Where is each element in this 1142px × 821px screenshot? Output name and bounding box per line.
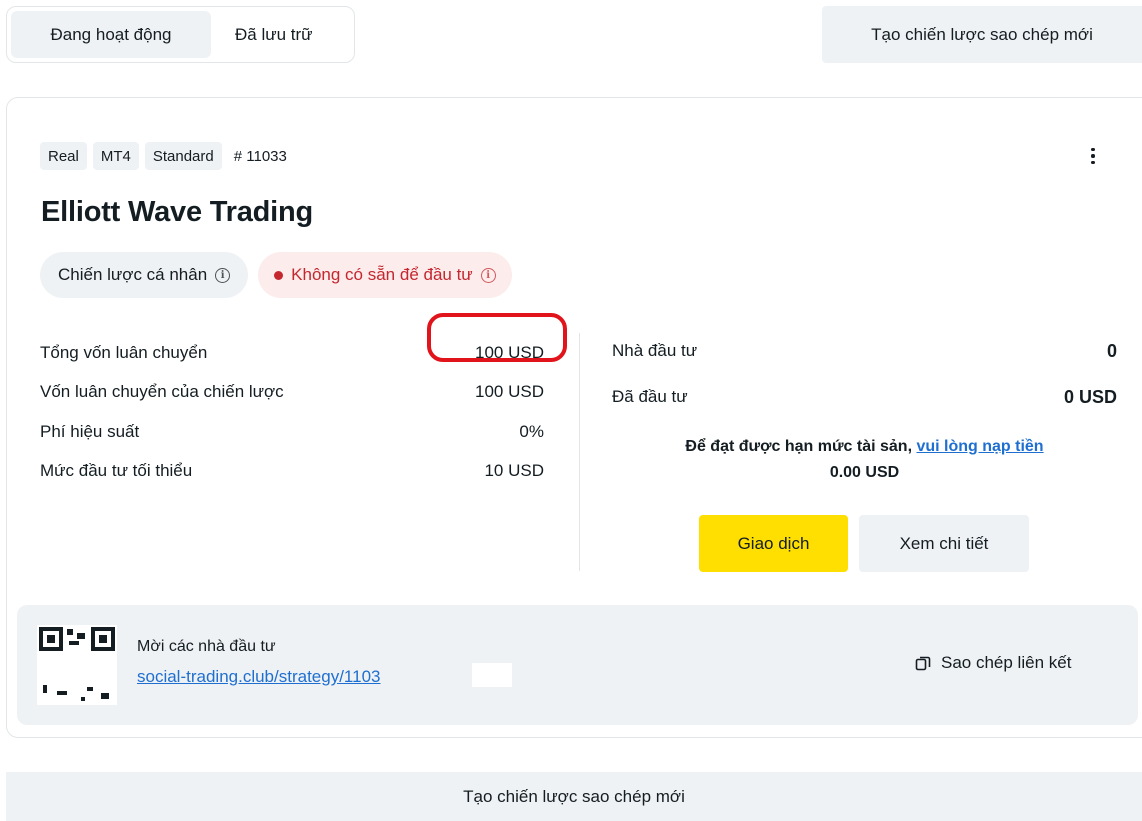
stat-value: 0% bbox=[519, 421, 544, 441]
status-dot-icon bbox=[274, 270, 284, 280]
strategy-status-pills: Chiến lược cá nhân i Không có sẵn để đầu… bbox=[40, 252, 512, 298]
status-tabs: Đang hoạt động Đã lưu trữ bbox=[6, 6, 355, 63]
redaction-mask bbox=[472, 663, 512, 687]
create-copy-strategy-button-bottom[interactable]: Tạo chiến lược sao chép mới bbox=[6, 772, 1142, 821]
strategy-stats: Tổng vốn luân chuyển 100 USD Vốn luân ch… bbox=[40, 333, 544, 491]
tag-platform: MT4 bbox=[92, 142, 139, 170]
stat-row: Vốn luân chuyển của chiến lược 100 USD bbox=[40, 373, 544, 413]
invested-value: 0 USD bbox=[1063, 386, 1117, 407]
invested-row: Đã đầu tư 0 USD bbox=[612, 374, 1117, 420]
invite-investors-panel: Mời các nhà đầu tư social-trading.club/s… bbox=[17, 605, 1138, 725]
stat-row: Phí hiệu suất 0% bbox=[40, 412, 544, 452]
info-icon[interactable]: i bbox=[215, 267, 231, 283]
stat-row: Tổng vốn luân chuyển 100 USD bbox=[40, 333, 544, 373]
trade-button[interactable]: Giao dịch bbox=[699, 515, 848, 572]
investors-row: Nhà đầu tư 0 bbox=[612, 328, 1117, 374]
invite-link[interactable]: social-trading.club/strategy/1103 bbox=[137, 667, 381, 687]
strategy-title: Elliott Wave Trading bbox=[41, 196, 314, 228]
account-tags: Real MT4 Standard # 11033 bbox=[40, 142, 287, 170]
more-options-icon[interactable] bbox=[1087, 144, 1099, 168]
stat-label: Phí hiệu suất bbox=[40, 421, 140, 441]
copy-icon bbox=[915, 656, 931, 671]
invite-label: Mời các nhà đầu tư bbox=[137, 638, 276, 655]
tab-archived[interactable]: Đã lưu trữ bbox=[211, 11, 337, 58]
tag-account-type: Real bbox=[40, 142, 87, 170]
stat-value: 100 USD bbox=[475, 342, 544, 362]
copy-link-label: Sao chép liên kết bbox=[941, 653, 1072, 672]
unavailable-label: Không có sẵn để đầu tư bbox=[291, 265, 473, 284]
investors-label: Nhà đầu tư bbox=[612, 341, 698, 360]
tag-account-class: Standard bbox=[144, 142, 222, 170]
deposit-link[interactable]: vui lòng nạp tiền bbox=[916, 438, 1043, 455]
deposit-notice: Để đạt được hạn mức tài sản, vui lòng nạ… bbox=[612, 434, 1117, 486]
invested-label: Đã đầu tư bbox=[612, 387, 688, 406]
investors-value: 0 bbox=[1106, 340, 1117, 361]
stat-label: Vốn luân chuyển của chiến lược bbox=[40, 382, 284, 402]
account-id: # 11033 bbox=[233, 147, 287, 165]
investment-summary: Nhà đầu tư 0 Đã đầu tư 0 USD bbox=[612, 328, 1117, 420]
copy-link-button[interactable]: Sao chép liên kết bbox=[915, 653, 1071, 673]
stat-value: 100 USD bbox=[475, 382, 544, 402]
qr-code-icon bbox=[37, 625, 117, 705]
deposit-prefix: Để đạt được hạn mức tài sản, bbox=[685, 438, 913, 455]
info-icon[interactable]: i bbox=[480, 267, 496, 283]
strategy-card: Real MT4 Standard # 11033 Elliott Wave T… bbox=[6, 97, 1142, 738]
personal-strategy-badge[interactable]: Chiến lược cá nhân i bbox=[40, 252, 249, 298]
stat-row: Mức đầu tư tối thiểu 10 USD bbox=[40, 452, 544, 492]
stat-label: Tổng vốn luân chuyển bbox=[40, 342, 208, 362]
view-details-button[interactable]: Xem chi tiết bbox=[859, 515, 1029, 572]
deposit-amount: 0.00 USD bbox=[829, 464, 900, 481]
personal-strategy-label: Chiến lược cá nhân bbox=[58, 265, 208, 284]
column-divider bbox=[579, 333, 580, 571]
create-copy-strategy-button-top[interactable]: Tạo chiến lược sao chép mới bbox=[822, 6, 1142, 63]
stat-label: Mức đầu tư tối thiểu bbox=[40, 461, 193, 481]
unavailable-badge[interactable]: Không có sẵn để đầu tư i bbox=[258, 252, 512, 298]
stat-value: 10 USD bbox=[484, 461, 544, 481]
tab-active[interactable]: Đang hoạt động bbox=[11, 11, 211, 58]
